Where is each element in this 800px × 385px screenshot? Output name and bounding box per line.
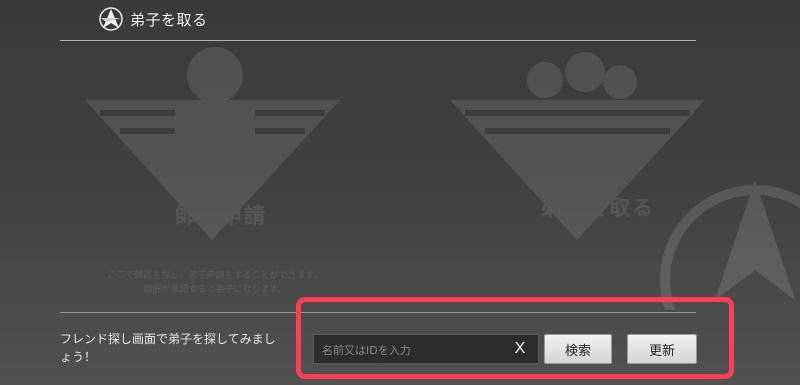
page-title: 弟子を取る [130,10,208,29]
refresh-button[interactable]: 更新 [627,334,697,364]
master-application-desc-1: ここで師匠を探し、弟子申請をすることができます。 [107,271,323,281]
master-application-panel: 師匠申請 ここで師匠を探し、弟子申請をすることができます。 師匠が承認すると弟子… [80,40,345,305]
take-disciple-title: 弟子を取る [540,196,655,220]
clear-button[interactable]: X [505,334,535,364]
helper-text: フレンド探し画面で弟子を探してみましょう！ [60,332,276,364]
master-application-desc-2: 師匠が承認すると弟子になります。 [143,285,287,295]
master-application-title: 師匠申請 [175,204,267,228]
header: 弟子を取る [98,6,208,32]
watermark-emblem-icon [660,180,800,310]
search-button[interactable]: 検索 [544,334,612,364]
search-input[interactable] [320,336,504,364]
star-emblem-icon [99,7,123,31]
